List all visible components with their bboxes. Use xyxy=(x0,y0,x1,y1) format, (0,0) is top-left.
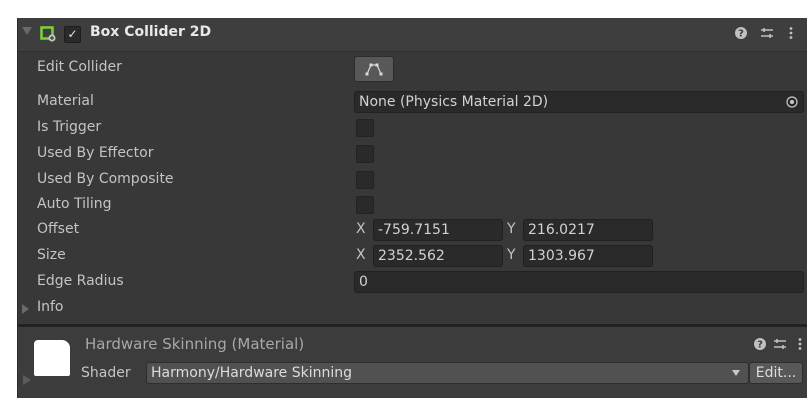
offset-y-axis-label[interactable]: Y xyxy=(507,221,516,237)
component-title: Box Collider 2D xyxy=(90,24,212,40)
edit-collider-icon xyxy=(365,63,383,76)
used-by-effector-row: Used By Effector xyxy=(18,142,807,166)
material-label: Material xyxy=(37,93,94,109)
size-y-axis-label[interactable]: Y xyxy=(507,247,516,263)
presets-icon[interactable] xyxy=(760,26,774,44)
is-trigger-checkbox[interactable] xyxy=(356,119,374,137)
info-foldout-arrow-icon[interactable] xyxy=(22,304,29,314)
component-header[interactable]: ✓ Box Collider 2D ? xyxy=(18,18,807,52)
edge-radius-row: Edge Radius 0 xyxy=(18,270,807,294)
offset-x-axis-label[interactable]: X xyxy=(356,221,366,237)
dropdown-caret-icon xyxy=(732,370,740,376)
inspector-panel: ✓ Box Collider 2D ? Edit Collider Materi… xyxy=(17,18,807,398)
size-x-field[interactable]: 2352.562 xyxy=(373,245,503,267)
is-trigger-row: Is Trigger xyxy=(18,116,807,140)
material-foldout-arrow-icon[interactable] xyxy=(23,375,31,385)
auto-tiling-checkbox[interactable] xyxy=(356,196,374,214)
edit-collider-label: Edit Collider xyxy=(37,59,122,75)
foldout-arrow-icon[interactable] xyxy=(22,27,32,35)
shader-label: Shader xyxy=(81,365,131,381)
used-by-composite-row: Used By Composite xyxy=(18,168,807,192)
size-y-field[interactable]: 1303.967 xyxy=(523,245,653,267)
size-x-axis-label[interactable]: X xyxy=(356,247,366,263)
edge-radius-label: Edge Radius xyxy=(37,273,124,289)
size-row: Size X 2352.562 Y 1303.967 xyxy=(18,244,807,268)
material-value: None (Physics Material 2D) xyxy=(359,94,549,110)
material-preview-thumbnail[interactable] xyxy=(34,340,70,376)
material-component: Hardware Skinning (Material) ? Shader Ha… xyxy=(18,327,807,398)
svg-text:?: ? xyxy=(757,340,763,351)
used-by-effector-label: Used By Effector xyxy=(37,145,154,161)
material-help-icon[interactable]: ? xyxy=(753,337,767,355)
offset-x-field[interactable]: -759.7151 xyxy=(373,219,503,241)
material-field[interactable]: None (Physics Material 2D) xyxy=(354,91,804,113)
material-row: Material None (Physics Material 2D) xyxy=(18,90,807,114)
material-title: Hardware Skinning (Material) xyxy=(85,335,305,353)
offset-row: Offset X -759.7151 Y 216.0217 xyxy=(18,218,807,242)
edit-collider-button[interactable] xyxy=(354,56,394,82)
component-enabled-checkbox[interactable]: ✓ xyxy=(64,26,81,43)
offset-y-field[interactable]: 216.0217 xyxy=(523,219,653,241)
edit-shader-button[interactable]: Edit... xyxy=(749,362,803,384)
material-presets-icon[interactable] xyxy=(773,337,787,355)
offset-label: Offset xyxy=(37,221,80,237)
auto-tiling-row: Auto Tiling xyxy=(18,193,807,217)
info-foldout[interactable]: Info xyxy=(18,296,807,320)
auto-tiling-label: Auto Tiling xyxy=(37,196,112,212)
is-trigger-label: Is Trigger xyxy=(37,119,102,135)
material-context-menu-icon[interactable] xyxy=(793,337,807,355)
info-label[interactable]: Info xyxy=(37,299,64,315)
size-label: Size xyxy=(37,247,66,263)
shader-value: Harmony/Hardware Skinning xyxy=(151,365,353,381)
object-picker-icon[interactable] xyxy=(786,96,798,108)
edit-collider-row: Edit Collider xyxy=(18,56,807,80)
edge-radius-field[interactable]: 0 xyxy=(354,271,804,293)
used-by-composite-label: Used By Composite xyxy=(37,171,174,187)
context-menu-icon[interactable] xyxy=(784,26,798,44)
used-by-effector-checkbox[interactable] xyxy=(356,145,374,163)
box-collider-2d-icon xyxy=(40,26,56,42)
shader-dropdown[interactable]: Harmony/Hardware Skinning xyxy=(146,362,749,384)
used-by-composite-checkbox[interactable] xyxy=(356,171,374,189)
svg-text:?: ? xyxy=(738,29,744,40)
help-icon[interactable]: ? xyxy=(734,26,748,44)
